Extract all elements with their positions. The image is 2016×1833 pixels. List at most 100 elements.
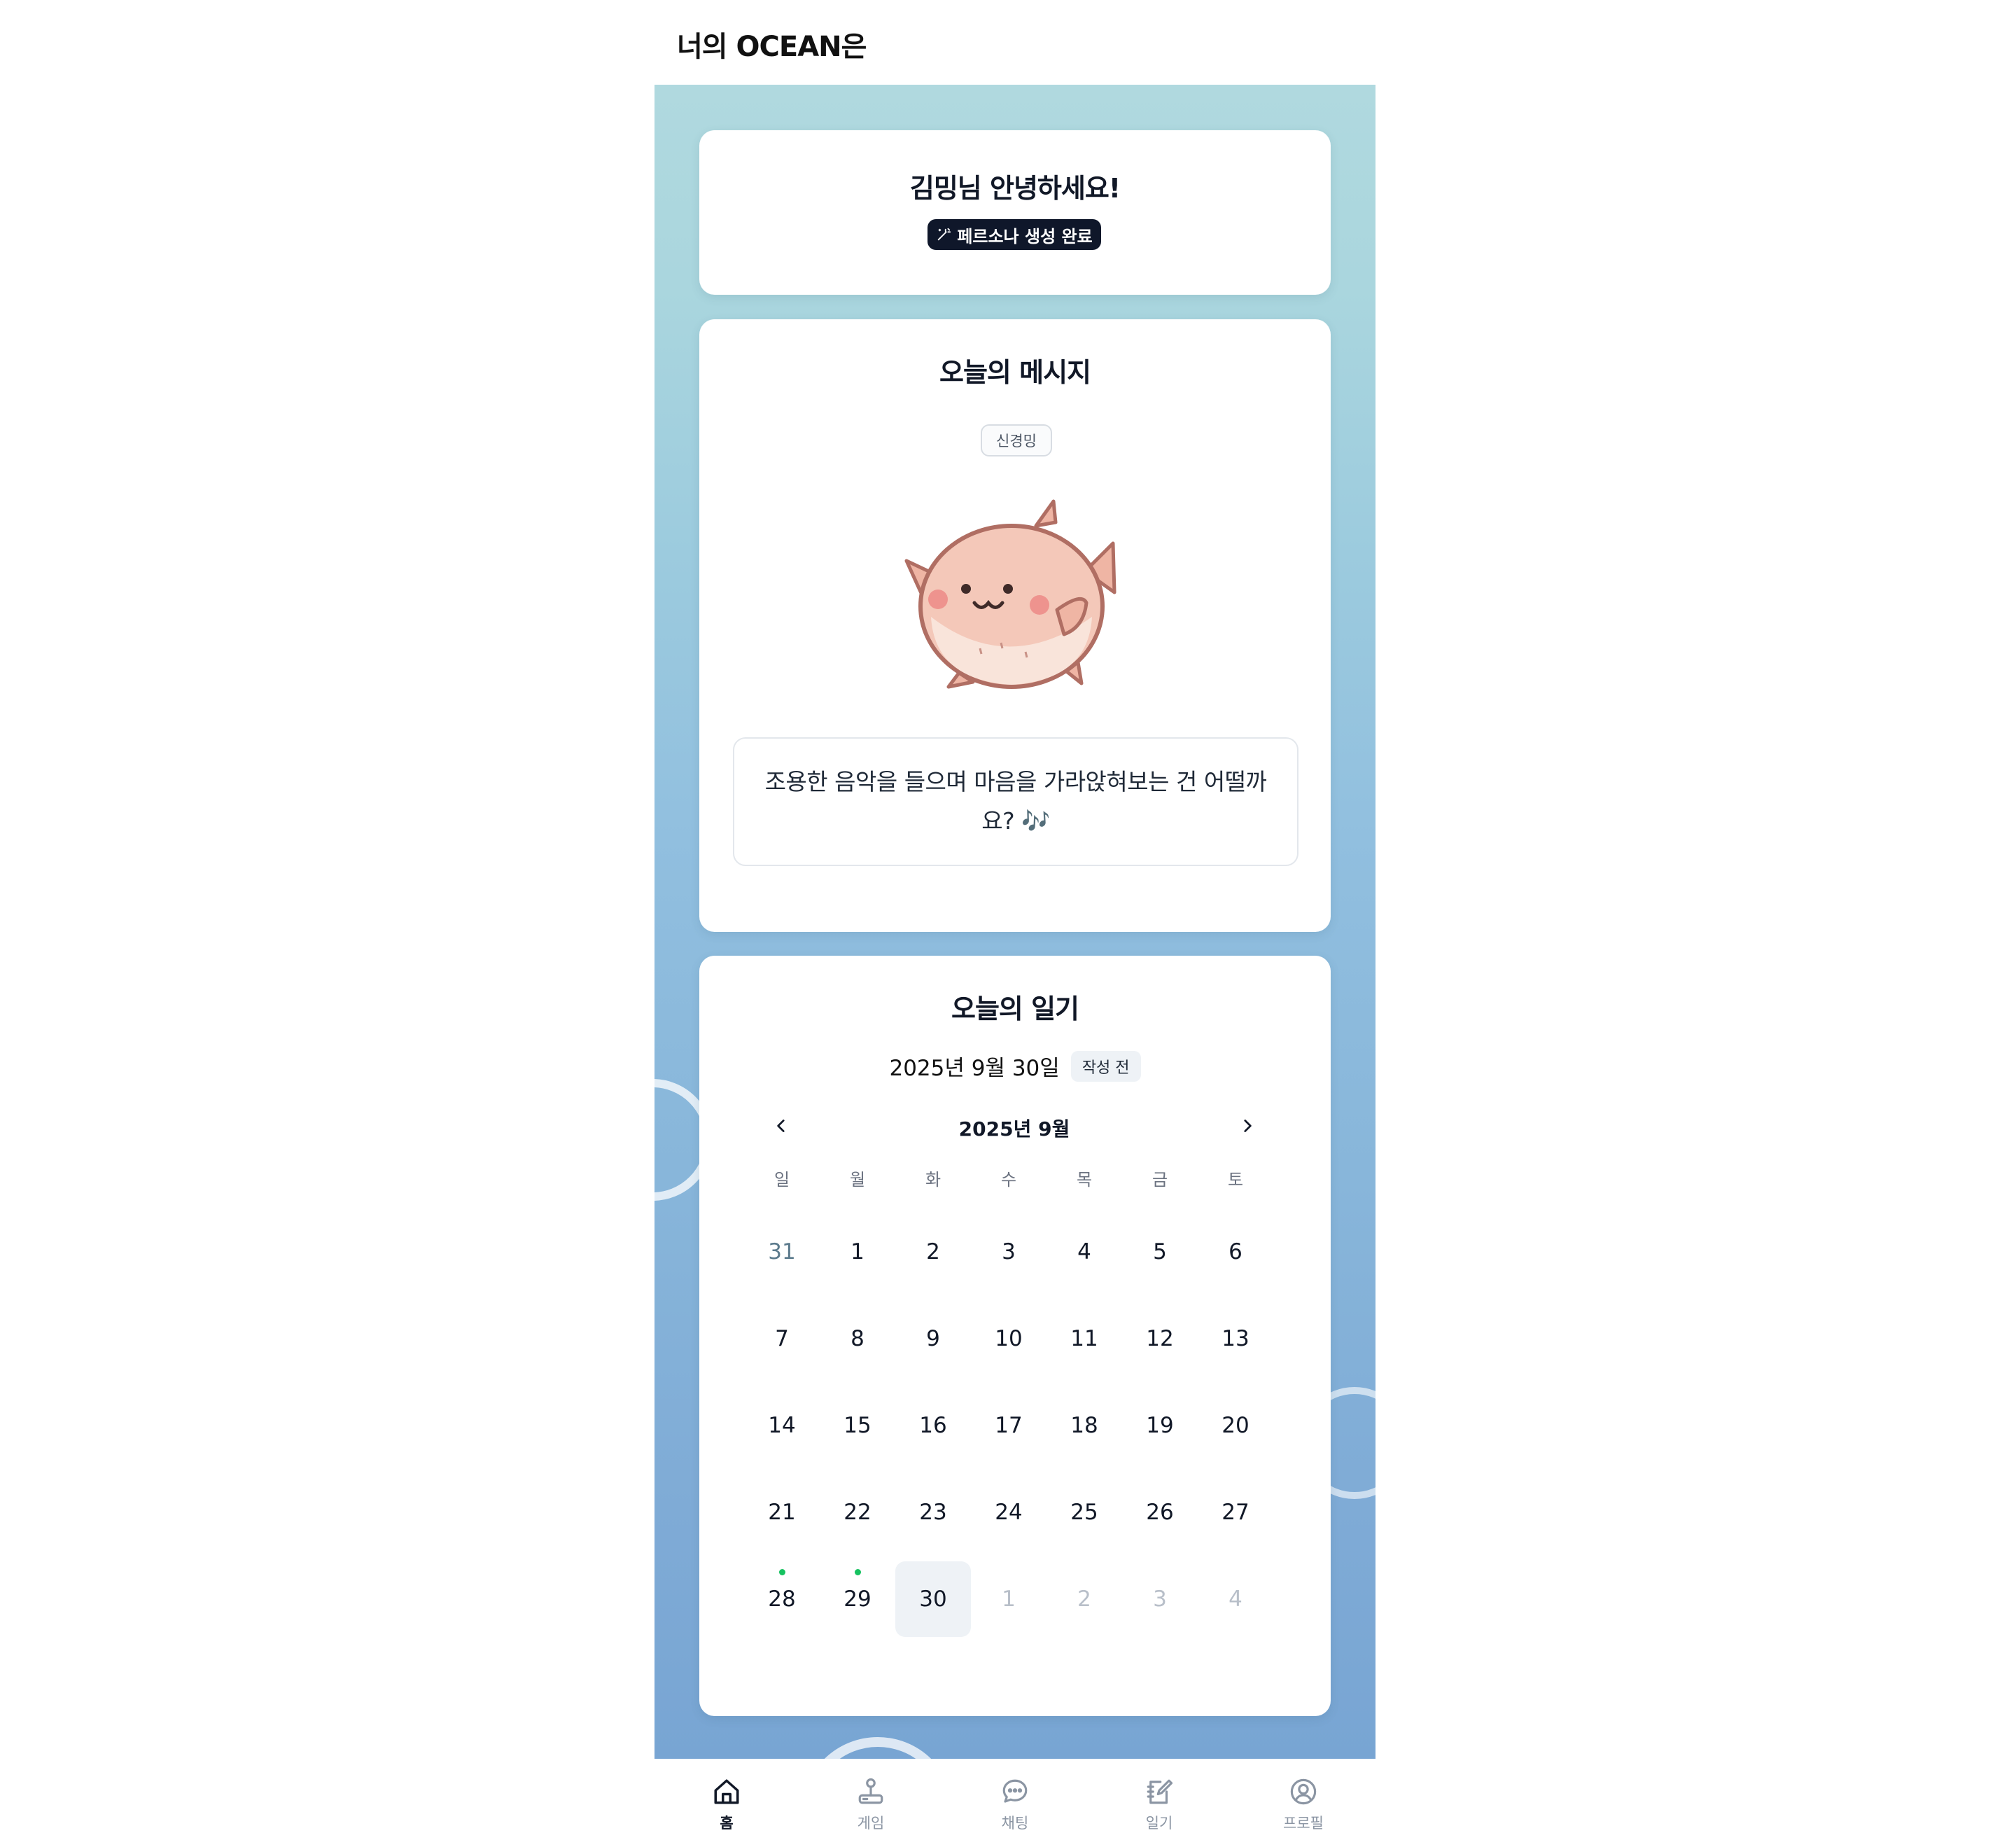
calendar-day-number: 26 (1146, 1500, 1174, 1525)
calendar-day[interactable]: 3 (1122, 1556, 1198, 1643)
calendar-month-label: 2025년 9월 (958, 1117, 1070, 1141)
ocean-background: 김밍님 안녕하세요! 페르소나 생성 완료 오늘의 메시지 신경밍 조용한 음악… (654, 85, 1376, 1759)
next-month-button[interactable] (1230, 1108, 1265, 1143)
calendar-day[interactable]: 14 (744, 1382, 820, 1469)
joystick-icon (858, 1778, 883, 1804)
user-circle-icon (1290, 1778, 1317, 1805)
calendar-day[interactable]: 31 (744, 1208, 820, 1295)
calendar-day-grid: 31 1 2 3 4 5 6 7 8 9 10 11 12 13 14 15 16 17 18 19 20 21 22 23 2… (744, 1208, 1273, 1643)
calendar-day[interactable]: 13 (1198, 1295, 1273, 1382)
weekday-label: 금 (1152, 1170, 1168, 1190)
calendar-day[interactable]: 3 (971, 1208, 1046, 1295)
home-icon (714, 1779, 739, 1804)
calendar-day-number: 12 (1146, 1326, 1174, 1351)
calendar-day-number: 1 (1002, 1587, 1016, 1612)
weekday-label: 화 (925, 1170, 941, 1190)
calendar-day[interactable]: 20 (1198, 1382, 1273, 1469)
calendar-day-number: 29 (844, 1587, 872, 1612)
calendar-day[interactable]: 12 (1122, 1295, 1198, 1382)
calendar-day-number: 5 (1153, 1239, 1167, 1264)
calendar-day-number: 11 (1070, 1326, 1098, 1351)
calendar-day-number: 9 (926, 1326, 940, 1351)
calendar-day-number: 14 (768, 1413, 796, 1438)
calendar-day[interactable]: 9 (895, 1295, 971, 1382)
calendar-day-number: 17 (995, 1413, 1023, 1438)
calendar-navigation: 2025년 9월 (764, 1108, 1265, 1143)
calendar-day[interactable]: 4 (1046, 1208, 1122, 1295)
today-diary-card: 오늘의 일기 2025년 9월 30일 작성 전 2025년 9월 일 월 화 수 목 금… (699, 956, 1331, 1716)
calendar-day[interactable]: 1 (820, 1208, 895, 1295)
chat-bubble-icon (1002, 1779, 1028, 1803)
calendar-day-number: 10 (995, 1326, 1023, 1351)
nav-chat-label: 채팅 (1001, 1815, 1029, 1832)
diary-card-title: 오늘의 일기 (951, 994, 1079, 1024)
nav-diary-label: 일기 (1145, 1815, 1173, 1832)
diary-date-row: 2025년 9월 30일 작성 전 (699, 1050, 1331, 1082)
calendar-day[interactable]: 24 (971, 1469, 1046, 1556)
calendar-day-number: 3 (1153, 1587, 1167, 1612)
calendar-day[interactable]: 21 (744, 1469, 820, 1556)
calendar-day[interactable]: 19 (1122, 1382, 1198, 1469)
calendar-day[interactable]: 1 (971, 1556, 1046, 1643)
magic-wand-icon (938, 228, 951, 241)
message-box: 조용한 음악을 들으며 마음을 가라앉혀보는 건 어떨까요? 🎶 (733, 737, 1298, 866)
weekday-label: 토 (1227, 1170, 1244, 1190)
calendar-day[interactable]: 11 (1046, 1295, 1122, 1382)
calendar-day[interactable]: 2 (1046, 1556, 1122, 1643)
weekday-label: 수 (1000, 1170, 1017, 1190)
calendar-day[interactable]: 2 (895, 1208, 971, 1295)
today-message-card: 오늘의 메시지 신경밍 조용한 음악을 들으며 마음을 가라앉혀보는 건 어떨까… (699, 319, 1331, 932)
nav-profile[interactable]: 프로필 (1231, 1759, 1376, 1833)
calendar-day[interactable]: 8 (820, 1295, 895, 1382)
nav-game[interactable]: 게임 (799, 1759, 943, 1833)
calendar-day[interactable]: 23 (895, 1469, 971, 1556)
calendar-day-number: 7 (775, 1326, 789, 1351)
chevron-right-icon (1244, 1120, 1252, 1132)
diary-entry-dot (855, 1569, 861, 1575)
calendar-day-number: 18 (1070, 1413, 1098, 1438)
weekday-label: 일 (774, 1170, 790, 1190)
calendar-day-number: 2 (1077, 1587, 1091, 1612)
nav-home[interactable]: 홈 (654, 1759, 799, 1833)
calendar-day-number: 16 (919, 1413, 947, 1438)
diary-entry-dot (779, 1569, 785, 1575)
calendar-day-number: 20 (1222, 1413, 1250, 1438)
notebook-pen-icon (1147, 1779, 1173, 1804)
calendar-day-number: 25 (1070, 1500, 1098, 1525)
calendar-weekday-header: 일월화수목금토 (744, 1166, 1273, 1190)
diary-date: 2025년 9월 30일 (889, 1056, 1060, 1081)
calendar-day-number: 8 (850, 1326, 864, 1351)
calendar-day[interactable]: 22 (820, 1469, 895, 1556)
calendar-day[interactable]: 6 (1198, 1208, 1273, 1295)
calendar-day[interactable]: 5 (1122, 1208, 1198, 1295)
calendar-day[interactable]: 7 (744, 1295, 820, 1382)
calendar-day-number: 22 (844, 1500, 872, 1525)
calendar-day[interactable]: 18 (1046, 1382, 1122, 1469)
calendar-day[interactable]: 27 (1198, 1469, 1273, 1556)
calendar-day[interactable]: 16 (895, 1382, 971, 1469)
calendar-day[interactable]: 17 (971, 1382, 1046, 1469)
calendar-day[interactable]: 29 (820, 1556, 895, 1643)
calendar-day[interactable]: 26 (1122, 1469, 1198, 1556)
nav-diary[interactable]: 일기 (1087, 1759, 1231, 1833)
persona-status-label: 페르소나 생성 완료 (957, 226, 1093, 246)
message-text: 조용한 음악을 들으며 마음을 가라앉혀보는 건 어떨까요? 🎶 (764, 768, 1267, 835)
nav-chat[interactable]: 채팅 (943, 1759, 1087, 1833)
calendar-day[interactable]: 10 (971, 1295, 1046, 1382)
calendar-day-today[interactable]: 30 (895, 1556, 971, 1643)
calendar-day[interactable]: 28 (744, 1556, 820, 1643)
greeting-title: 김밍님 안녕하세요! (909, 173, 1121, 204)
diary-status-chip: 작성 전 (1070, 1050, 1141, 1082)
pufferfish-character (904, 499, 1116, 689)
calendar-day-number: 4 (1228, 1587, 1242, 1612)
calendar-day[interactable]: 25 (1046, 1469, 1122, 1556)
calendar-day-number: 4 (1077, 1239, 1091, 1264)
calendar-day-number: 31 (768, 1239, 796, 1264)
calendar-day-number: 13 (1222, 1326, 1250, 1351)
calendar-day[interactable]: 15 (820, 1382, 895, 1469)
calendar-day[interactable]: 4 (1198, 1556, 1273, 1643)
nav-profile-label: 프로필 (1283, 1815, 1324, 1832)
calendar-day-number: 2 (926, 1239, 940, 1264)
weekday-label: 월 (849, 1170, 866, 1190)
bottom-navigation: 홈 게임 채팅 일기 프로필 (654, 1759, 1376, 1833)
